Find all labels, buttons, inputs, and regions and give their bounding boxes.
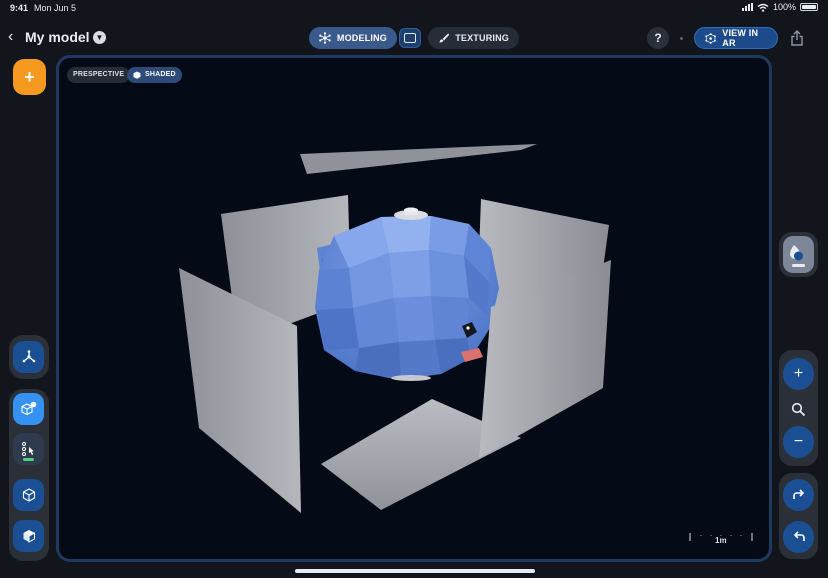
- battery-icon: [800, 3, 818, 11]
- history-control-group: [779, 473, 818, 559]
- status-indicators: 100%: [741, 2, 818, 12]
- zoom-out-button[interactable]: −: [783, 426, 814, 458]
- wifi-icon: [757, 3, 769, 12]
- top-plane[interactable]: [300, 144, 537, 174]
- undo-icon: [793, 531, 805, 541]
- paint-drop-icon: [790, 245, 805, 267]
- object-mode-tool[interactable]: [13, 479, 44, 511]
- share-icon[interactable]: [790, 30, 804, 46]
- magnifier-icon: [791, 402, 806, 417]
- status-date: Mon Jun 5: [34, 3, 77, 13]
- help-button[interactable]: ?: [647, 27, 669, 49]
- cube-solid-icon: [133, 71, 141, 79]
- mode-tool-group: [9, 389, 49, 561]
- low-poly-model[interactable]: [315, 207, 499, 382]
- chevron-down-icon[interactable]: ▼: [93, 31, 106, 44]
- vertex-select-icon: [21, 442, 34, 456]
- active-indicator: [23, 458, 34, 461]
- ar-icon: [705, 32, 716, 44]
- paint-tool-group: [779, 232, 818, 277]
- axes-icon: [22, 350, 35, 363]
- separator-dot: [680, 37, 683, 40]
- transform-tool-group: [9, 335, 49, 379]
- tab-texturing[interactable]: TEXTURING: [428, 27, 519, 49]
- solid-mode-tool[interactable]: [13, 520, 44, 552]
- tab-texturing-label: TEXTURING: [455, 33, 509, 43]
- network-icon: [319, 32, 331, 44]
- view-in-ar-label: VIEW IN AR: [722, 28, 759, 48]
- add-primitive-tool[interactable]: [13, 393, 44, 425]
- viewport-toggle-button[interactable]: [399, 28, 421, 48]
- 3d-viewport[interactable]: PRESPECTIVE SHADED 1m: [56, 55, 772, 562]
- redo-icon: [792, 489, 804, 499]
- cube-outline-icon: [22, 488, 35, 502]
- select-vertex-tool[interactable]: [13, 433, 44, 465]
- top-bar: ‹ My model ▼ MODELING TEXTURING ? VIEW I…: [0, 24, 828, 52]
- chevron-left-icon[interactable]: ‹: [8, 28, 13, 46]
- battery-percentage: 100%: [772, 2, 796, 12]
- brush-icon: [439, 33, 450, 43]
- scale-indicator: 1m: [689, 528, 753, 548]
- tab-modeling-label: MODELING: [336, 33, 387, 43]
- redo-button[interactable]: [783, 479, 814, 511]
- status-bar: 9:41 Mon Jun 5 100%: [0, 0, 828, 16]
- status-time: 9:41: [10, 3, 29, 13]
- zoom-in-button[interactable]: +: [783, 358, 814, 390]
- frame-icon: [404, 33, 416, 43]
- scale-label: 1m: [715, 536, 727, 545]
- cube-solid-icon: [23, 530, 35, 543]
- paint-tool[interactable]: [783, 236, 814, 273]
- home-indicator: [295, 569, 535, 573]
- shading-toggle[interactable]: SHADED: [127, 67, 182, 83]
- projection-toggle[interactable]: PRESPECTIVE: [67, 67, 131, 83]
- shading-label: SHADED: [145, 71, 176, 78]
- add-object-button[interactable]: +: [13, 59, 46, 95]
- undo-button[interactable]: [783, 521, 814, 553]
- zoom-control-group: + −: [779, 350, 818, 466]
- cellular-signal-icon: [741, 3, 753, 11]
- transform-tool[interactable]: [13, 341, 44, 373]
- cube-plus-icon: [20, 401, 36, 416]
- model-title[interactable]: My model: [25, 29, 90, 45]
- view-in-ar-button[interactable]: VIEW IN AR: [694, 27, 778, 49]
- 3d-scene[interactable]: [59, 58, 772, 562]
- tab-modeling[interactable]: MODELING: [309, 27, 397, 49]
